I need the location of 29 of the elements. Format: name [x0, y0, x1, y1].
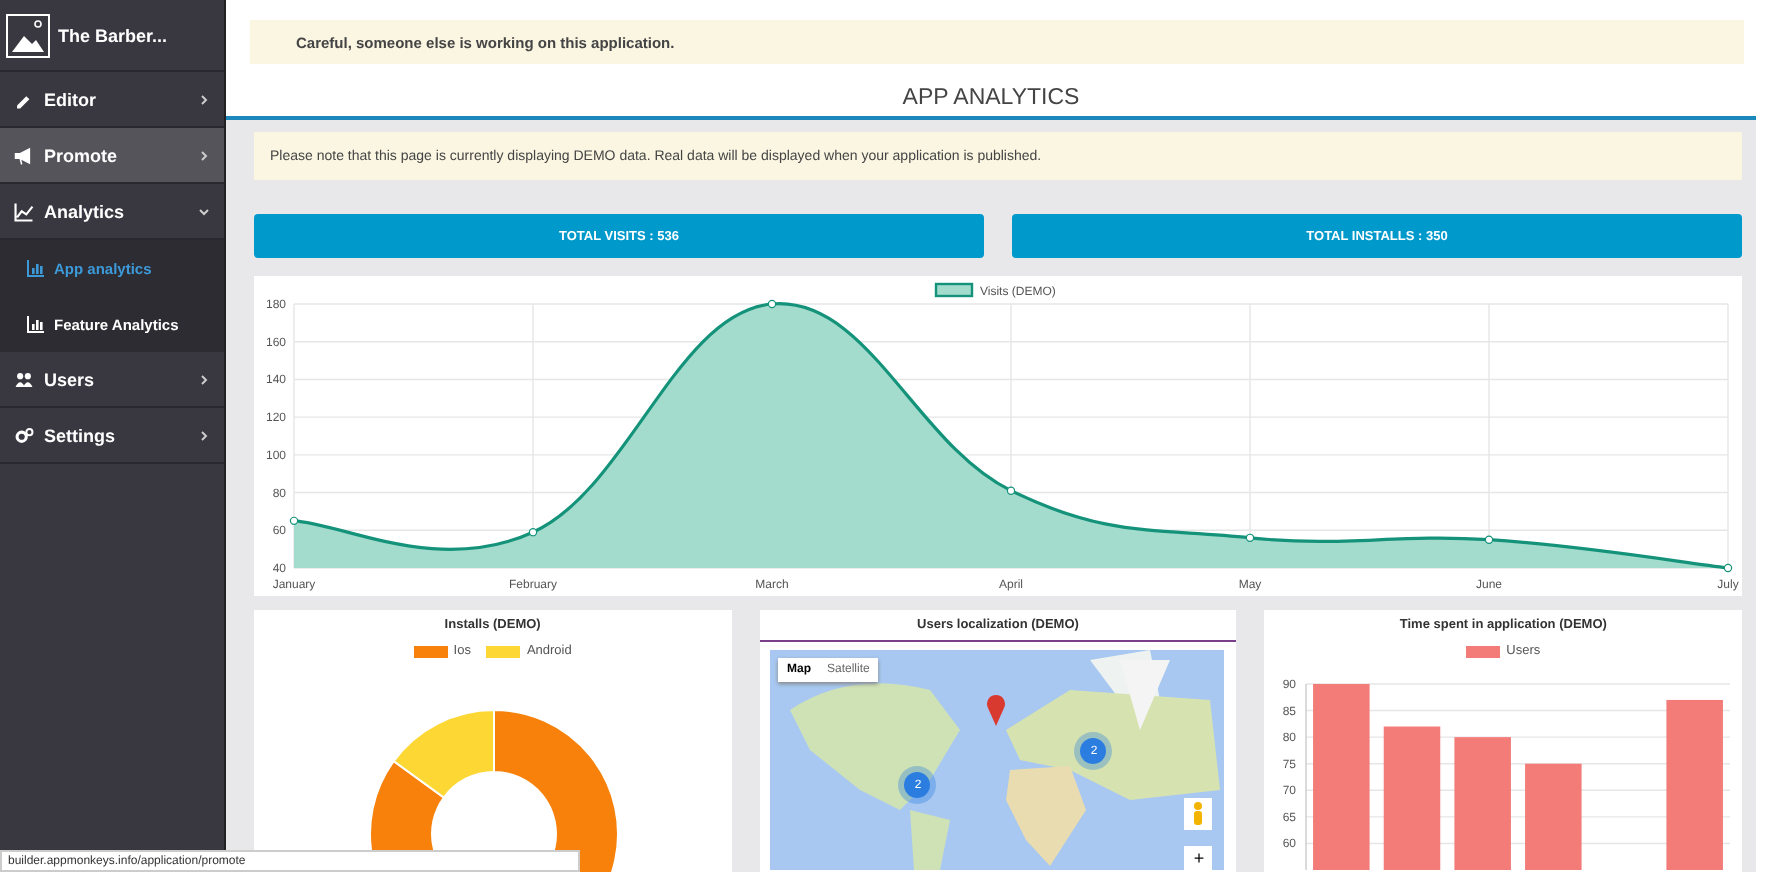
sidebar-item[interactable]: Promote — [0, 128, 224, 184]
sidebar-item[interactable]: Users — [0, 352, 224, 408]
chevron-icon — [198, 429, 210, 441]
data-point — [528, 527, 538, 537]
data-point — [289, 516, 299, 526]
data-point — [1484, 535, 1494, 544]
data-point — [1245, 533, 1255, 543]
person-icon[interactable] — [1184, 798, 1213, 830]
sidebar-item[interactable]: Settings — [0, 408, 224, 464]
bar — [1384, 726, 1441, 870]
chevron-icon — [198, 205, 210, 217]
users-icon — [14, 369, 34, 389]
line-chart-icon — [14, 201, 34, 221]
image-icon — [6, 13, 50, 57]
data-point — [1006, 486, 1016, 495]
zoom-in-button[interactable]: + — [1184, 846, 1213, 870]
chevron-icon — [198, 149, 210, 161]
chevron-icon — [198, 93, 210, 105]
settings-icon — [14, 425, 34, 445]
megaphone-icon — [14, 145, 34, 165]
app-name: The Barber... — [58, 25, 168, 45]
data-point — [767, 299, 777, 309]
bar — [1454, 737, 1512, 870]
data-point — [1723, 563, 1733, 573]
map-pin-icon — [986, 694, 1007, 726]
bar-chart-icon — [26, 258, 46, 278]
bar-chart-icon — [26, 314, 46, 334]
chevron-icon — [198, 373, 210, 385]
bar — [1525, 763, 1582, 870]
